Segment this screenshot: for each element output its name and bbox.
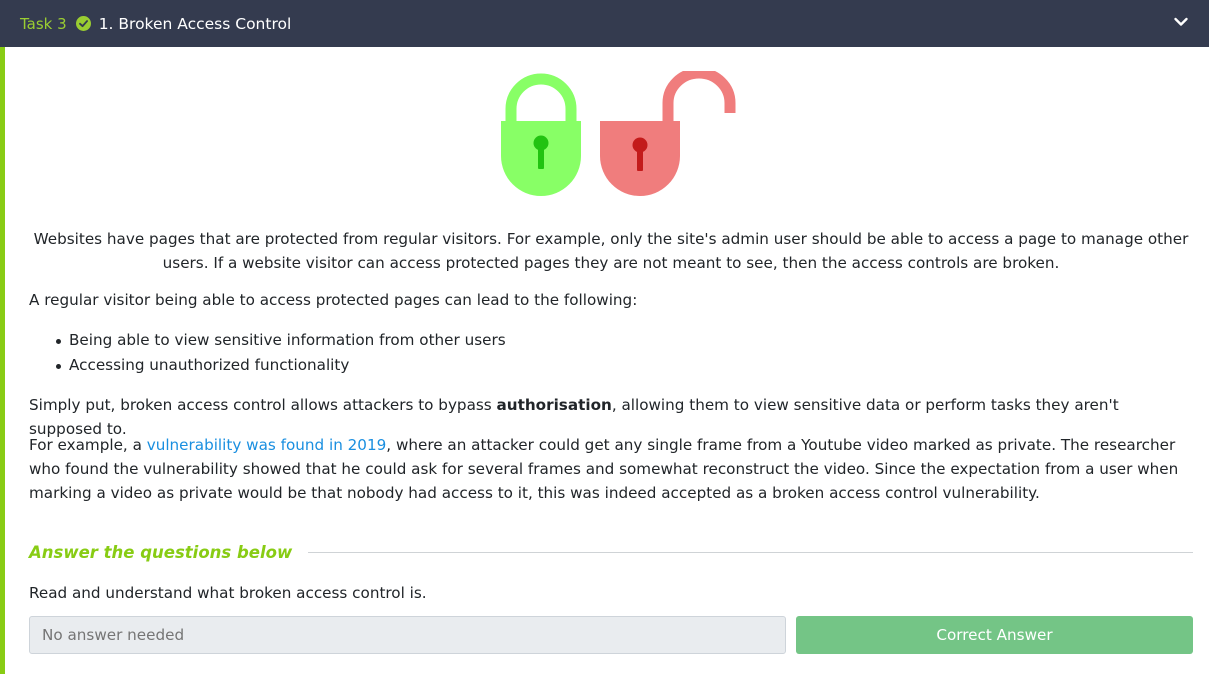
answer-section-heading: Answer the questions below (29, 540, 1193, 564)
vulnerability-link[interactable]: vulnerability was found in 2019 (147, 436, 387, 454)
correct-answer-button[interactable]: Correct Answer (796, 616, 1193, 654)
heading-divider (308, 551, 1193, 553)
padlock-locked-icon (501, 73, 581, 196)
answer-heading-text: Answer the questions below (29, 542, 293, 562)
padlocks-illustration (501, 71, 736, 196)
example-paragraph: For example, a vulnerability was found i… (29, 433, 1193, 505)
task-content: Websites have pages that are protected f… (0, 47, 1209, 674)
list-item: Accessing unauthorized functionality (56, 353, 506, 378)
lead-paragraph: A regular visitor being able to access p… (29, 291, 638, 309)
intro-paragraph: Websites have pages that are protected f… (33, 230, 1189, 272)
task-header[interactable]: Task 3 1. Broken Access Control (0, 0, 1209, 47)
padlock-unlocked-icon (600, 71, 736, 196)
example-text-start: For example, a (29, 436, 147, 454)
list-item: Being able to view sensitive information… (56, 328, 506, 353)
task-label: Task 3 (20, 14, 67, 33)
answer-input[interactable] (29, 616, 786, 654)
summary-text-start: Simply put, broken access control allows… (29, 396, 497, 414)
chevron-down-icon[interactable] (1173, 14, 1189, 30)
summary-bold-term: authorisation (496, 396, 612, 414)
check-circle-icon (75, 16, 91, 31)
question-text: Read and understand what broken access c… (29, 584, 427, 602)
task-title: 1. Broken Access Control (98, 14, 292, 33)
consequences-list: Being able to view sensitive information… (56, 328, 506, 378)
